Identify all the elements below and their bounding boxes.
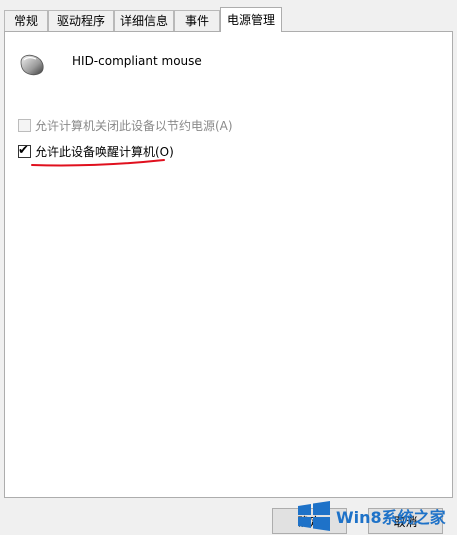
tab-general[interactable]: 常规 [4,10,48,31]
allow-power-off-option: 允许计算机关闭此设备以节约电源(A) [18,117,233,133]
tab-power-management[interactable]: 电源管理 [220,7,282,32]
tab-panel-power-management [4,31,453,498]
tab-events[interactable]: 事件 [174,10,220,31]
allow-wake-label[interactable]: 允许此设备唤醒计算机(O) [35,143,174,160]
option-annotation-underline [31,159,165,167]
tab-driver[interactable]: 驱动程序 [48,10,114,31]
windows-logo-icon [298,500,330,531]
allow-wake-option[interactable]: ✔ 允许此设备唤醒计算机(O) [18,143,174,159]
allow-power-off-label: 允许计算机关闭此设备以节约电源(A) [35,118,233,133]
allow-wake-checkbox[interactable]: ✔ [18,142,31,158]
watermark-text: Win8系统之家 [336,507,446,527]
allow-power-off-checkbox [18,118,31,132]
mouse-icon [20,54,44,76]
checkmark-icon: ✔ [18,142,29,158]
watermark: Win8系统之家 [296,497,457,534]
device-name: HID-compliant mouse [72,54,202,68]
tab-details[interactable]: 详细信息 [114,10,174,31]
